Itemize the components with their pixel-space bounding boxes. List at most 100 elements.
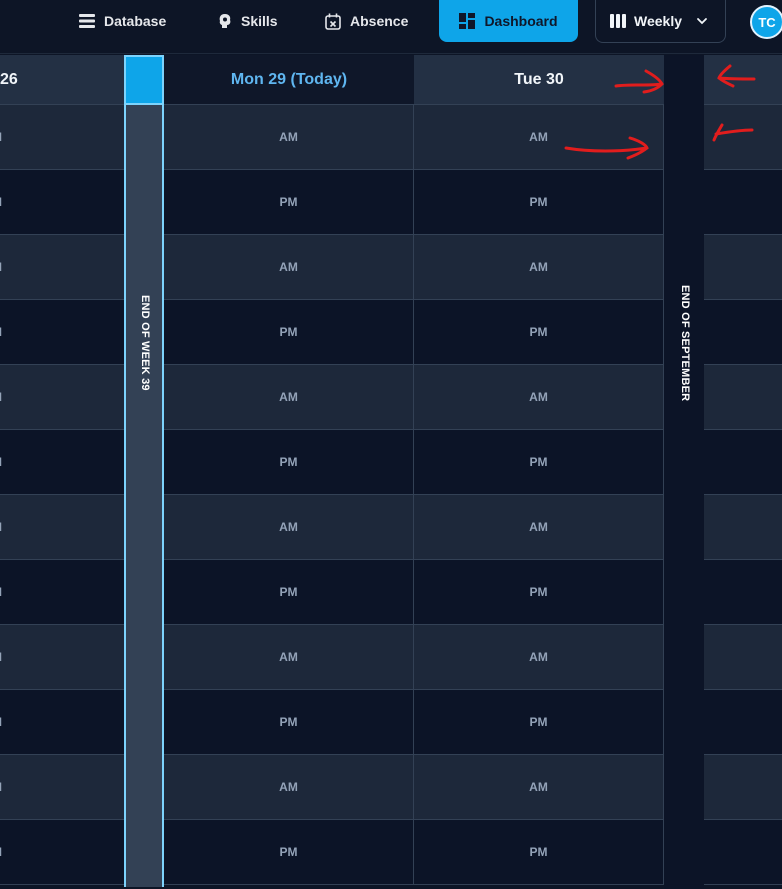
slot-cell-mon[interactable]: AM <box>164 495 414 560</box>
dashboard-icon <box>459 13 476 29</box>
column-header-today: Mon 29 (Today) <box>164 55 414 105</box>
week-end-label: END OF WEEK 39 <box>139 295 151 391</box>
slot-cell-prev-label: M <box>0 455 2 469</box>
slot-cell-prev[interactable]: M <box>0 365 124 430</box>
columns-icon <box>610 14 626 28</box>
column-header-prev-label: 26 <box>0 70 18 88</box>
slot-cell-prev-label: M <box>0 585 2 599</box>
slot-cell-prev[interactable]: M <box>0 300 124 365</box>
slot-cell-mon[interactable]: AM <box>164 105 414 170</box>
slot-cell-tue-label: PM <box>529 455 548 469</box>
nav-absence[interactable]: Absence <box>325 0 408 42</box>
slot-cell-tue[interactable]: PM <box>414 560 664 625</box>
slot-cell-tue-label: AM <box>529 520 548 534</box>
slot-cell-mon[interactable]: AM <box>164 365 414 430</box>
column-header-tue: Tue 30 <box>414 55 664 105</box>
slot-cell-tue[interactable]: PM <box>414 690 664 755</box>
slot-cell-mon[interactable]: PM <box>164 690 414 755</box>
slot-cell-prev-label: M <box>0 845 2 859</box>
slot-cell-next[interactable] <box>704 560 782 625</box>
slot-cell-mon[interactable]: PM <box>164 300 414 365</box>
slot-cell-next[interactable] <box>704 170 782 235</box>
slot-cell-tue-label: AM <box>529 130 548 144</box>
slot-cell-next[interactable] <box>704 820 782 885</box>
slot-cell-next[interactable] <box>704 495 782 560</box>
slot-cell-tue[interactable]: PM <box>414 170 664 235</box>
top-nav: Database Skills Absence Dashboard Weekly… <box>0 0 782 54</box>
slot-cell-prev[interactable]: M <box>0 235 124 300</box>
slot-cell-tue[interactable]: AM <box>414 235 664 300</box>
slot-cell-prev-label: M <box>0 780 2 794</box>
slot-cell-tue[interactable]: PM <box>414 430 664 495</box>
slot-cell-mon[interactable]: PM <box>164 430 414 495</box>
slot-cell-prev[interactable]: M <box>0 755 124 820</box>
slot-cell-tue-label: PM <box>529 195 548 209</box>
slot-cell-mon[interactable]: AM <box>164 625 414 690</box>
nav-database[interactable]: Database <box>79 0 166 42</box>
slot-cell-mon[interactable]: PM <box>164 820 414 885</box>
slot-cell-tue[interactable]: AM <box>414 495 664 560</box>
slot-cell-tue-label: AM <box>529 260 548 274</box>
slot-cell-next[interactable] <box>704 105 782 170</box>
slot-cell-prev-label: M <box>0 650 2 664</box>
nav-skills[interactable]: Skills <box>218 0 278 42</box>
slot-cell-mon-label: PM <box>279 455 298 469</box>
nav-dashboard[interactable]: Dashboard <box>439 0 578 42</box>
slot-cell-tue-label: PM <box>529 715 548 729</box>
slot-cell-mon-label: AM <box>279 130 298 144</box>
slot-cell-prev-label: M <box>0 325 2 339</box>
slot-cell-tue[interactable]: PM <box>414 300 664 365</box>
view-mode-select[interactable]: Weekly <box>595 0 726 43</box>
slot-cell-tue[interactable]: PM <box>414 820 664 885</box>
column-header-prev: 26 <box>0 55 124 105</box>
slot-cell-next[interactable] <box>704 690 782 755</box>
slot-cell-prev-label: M <box>0 715 2 729</box>
nav-database-label: Database <box>104 13 167 29</box>
slot-cell-prev-label: M <box>0 520 2 534</box>
slot-cell-prev[interactable]: M <box>0 170 124 235</box>
slot-cell-next[interactable] <box>704 235 782 300</box>
slot-cell-prev[interactable]: M <box>0 625 124 690</box>
slot-cell-mon-label: AM <box>279 390 298 404</box>
nav-absence-label: Absence <box>350 13 409 29</box>
slot-cell-next[interactable] <box>704 430 782 495</box>
slot-cell-prev[interactable]: M <box>0 430 124 495</box>
slot-cell-next[interactable] <box>704 300 782 365</box>
week-end-marker <box>124 105 164 887</box>
slot-cell-mon-label: PM <box>279 715 298 729</box>
column-header-next <box>704 55 782 105</box>
slot-cell-mon-label: AM <box>279 520 298 534</box>
slot-cell-tue[interactable]: AM <box>414 625 664 690</box>
slot-cell-mon-label: AM <box>279 650 298 664</box>
slot-cell-mon-label: PM <box>279 325 298 339</box>
slot-cell-mon[interactable]: AM <box>164 235 414 300</box>
slot-cell-mon[interactable]: AM <box>164 755 414 820</box>
slot-cell-next[interactable] <box>704 365 782 430</box>
month-end-marker <box>664 55 704 889</box>
slot-cell-prev-label: M <box>0 260 2 274</box>
slot-cell-mon[interactable]: PM <box>164 170 414 235</box>
month-end-label: END OF SEPTEMBER <box>679 285 691 402</box>
slot-cell-prev[interactable]: M <box>0 560 124 625</box>
slot-cell-tue-label: PM <box>529 845 548 859</box>
slot-cell-next[interactable] <box>704 625 782 690</box>
slot-cell-prev[interactable]: M <box>0 690 124 755</box>
nav-skills-label: Skills <box>241 13 278 29</box>
slot-cell-mon-label: PM <box>279 195 298 209</box>
slot-cell-tue-label: PM <box>529 585 548 599</box>
slot-cell-tue[interactable]: AM <box>414 755 664 820</box>
slot-cell-tue[interactable]: AM <box>414 105 664 170</box>
slot-cell-mon[interactable]: PM <box>164 560 414 625</box>
slot-cell-prev[interactable]: M <box>0 495 124 560</box>
slot-cell-prev-label: M <box>0 130 2 144</box>
slot-cell-prev[interactable]: M <box>0 105 124 170</box>
column-header-tue-label: Tue 30 <box>514 70 564 88</box>
slot-cell-tue-label: AM <box>529 650 548 664</box>
slot-cell-prev[interactable]: M <box>0 820 124 885</box>
slot-cell-tue-label: AM <box>529 780 548 794</box>
slot-cell-next[interactable] <box>704 755 782 820</box>
slot-cell-tue[interactable]: AM <box>414 365 664 430</box>
user-avatar[interactable]: TC <box>750 5 782 39</box>
slot-cell-mon-label: PM <box>279 585 298 599</box>
nav-dashboard-label: Dashboard <box>484 13 558 29</box>
